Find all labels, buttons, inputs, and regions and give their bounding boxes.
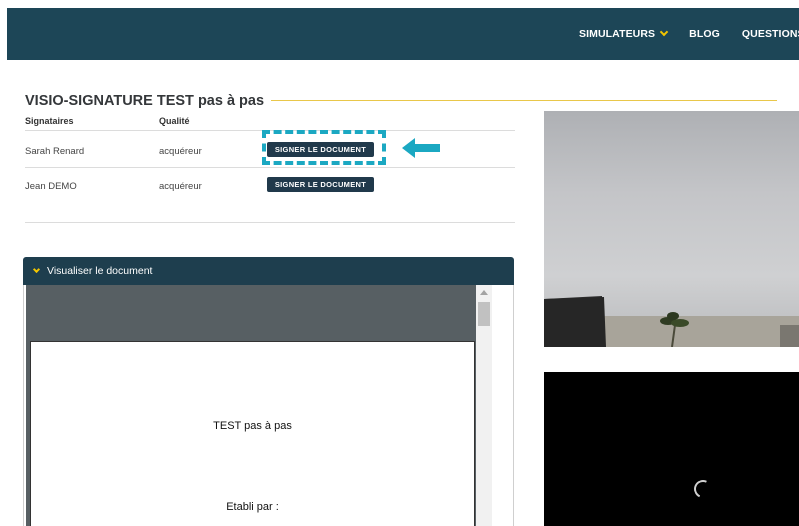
viewer-label: Visualiser le document: [47, 265, 153, 277]
scrollbar-thumb[interactable]: [478, 302, 490, 326]
loading-spinner-icon: [691, 477, 715, 501]
highlight-dashed-box: [262, 130, 386, 165]
signer-role: acquéreur: [159, 146, 202, 157]
nav-item-questions[interactable]: QUESTIONS FRÉ: [742, 28, 799, 40]
nav-item-label: SIMULATEURS: [579, 28, 656, 40]
nav-item-label: QUESTIONS FRÉ: [741, 28, 799, 40]
document-canvas: TEST pas à pas Etabli par :: [26, 285, 481, 526]
video-room-image: [544, 296, 799, 347]
local-video-feed: [544, 111, 799, 347]
column-header-qualite: Qualité: [159, 116, 190, 126]
chevron-down-icon: [659, 27, 669, 37]
sign-document-button-jean[interactable]: SIGNER LE DOCUMENT: [267, 177, 374, 192]
nav-item-blog[interactable]: BLOG: [689, 28, 720, 40]
row-divider: [25, 222, 515, 223]
column-header-signataires: Signataires: [25, 116, 74, 126]
document-text: Etabli par :: [226, 501, 279, 513]
remote-video-feed: [544, 372, 799, 526]
document-text: TEST pas à pas: [213, 420, 292, 432]
signer-role: acquéreur: [159, 181, 202, 192]
page-title: VISIO-SIGNATURE TEST pas à pas: [25, 93, 265, 109]
viewer-scrollbar[interactable]: [476, 285, 492, 526]
signer-name: Jean DEMO: [25, 181, 77, 192]
viewer-toggle[interactable]: Visualiser le document: [23, 257, 514, 285]
header-bar: SIMULATEURS BLOG QUESTIONS FRÉ: [7, 8, 799, 60]
scroll-up-icon[interactable]: [480, 290, 488, 295]
title-divider: [271, 100, 777, 101]
main-nav: SIMULATEURS BLOG QUESTIONS FRÉ: [579, 8, 799, 60]
row-divider: [25, 167, 515, 168]
document-page: TEST pas à pas Etabli par :: [30, 341, 475, 526]
arrow-left-icon: [402, 138, 440, 158]
nav-item-label: BLOG: [689, 28, 720, 40]
nav-item-simulateurs[interactable]: SIMULATEURS: [579, 27, 669, 40]
signer-name: Sarah Renard: [25, 146, 85, 157]
chevron-down-icon: [32, 265, 41, 274]
document-viewer: TEST pas à pas Etabli par :: [23, 285, 514, 526]
